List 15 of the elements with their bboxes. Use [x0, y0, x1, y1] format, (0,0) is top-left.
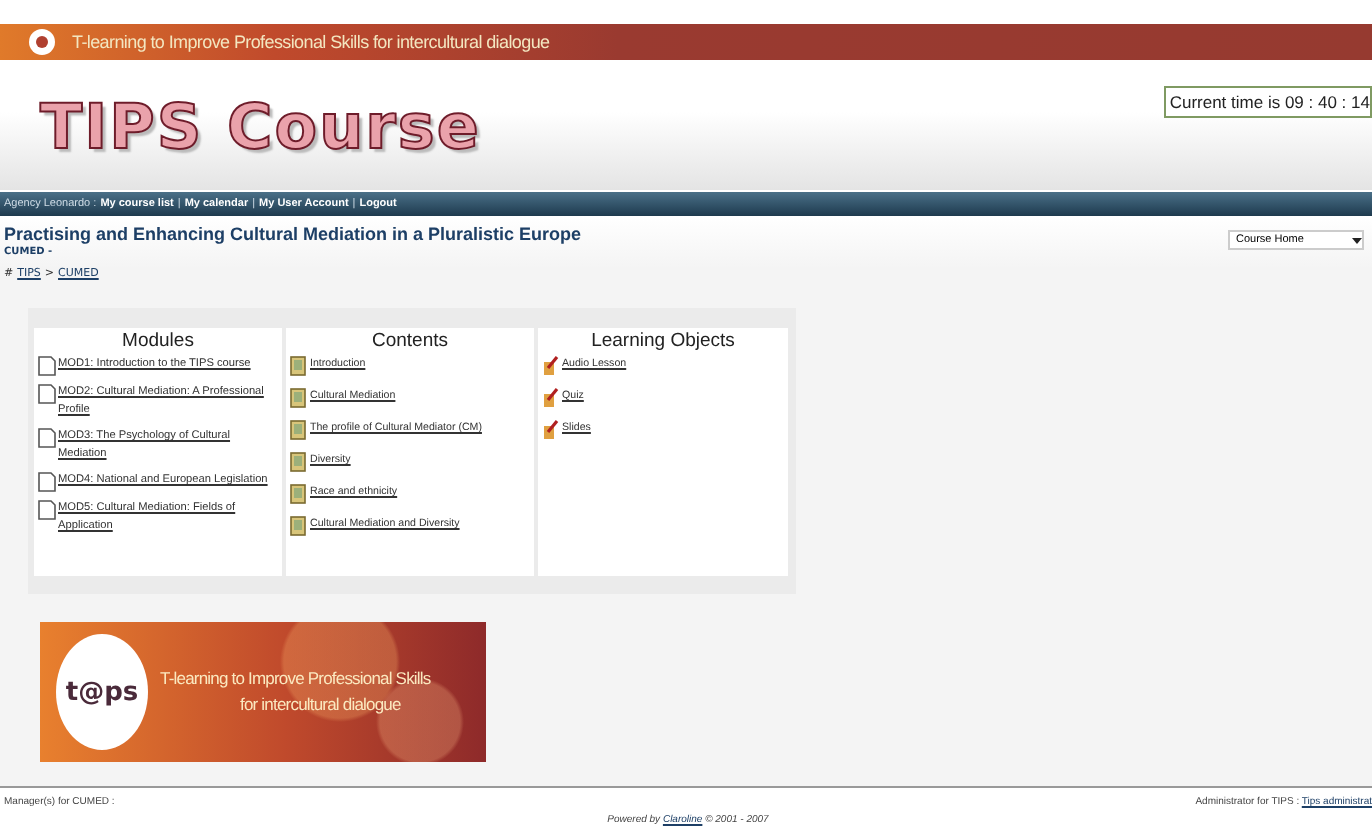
pencil-icon: [542, 420, 560, 440]
banner-title: T-learning to Improve Professional Skills: [160, 666, 431, 692]
banner-subtitle: for intercultural dialogue: [238, 692, 403, 718]
course-title: Practising and Enhancing Cultural Mediation in a Pluralistic Europe: [4, 224, 582, 244]
column-heading: Learning Objects: [589, 330, 737, 352]
caret-icon: [1352, 237, 1362, 243]
current-time: Current time is 09 : 40 : 14: [1163, 86, 1372, 118]
course-logo: TIPS Course: [40, 92, 481, 164]
site-title: T-learning to Improve Professional Skills for intercultural dialogue: [72, 32, 550, 52]
column-heading: Modules: [120, 330, 196, 352]
column-heading: Contents: [369, 330, 451, 352]
logo-icon: [28, 28, 56, 56]
banner-logo: t@ps: [56, 634, 148, 750]
pencil-icon: [542, 388, 560, 408]
pencil-icon: [542, 356, 560, 376]
